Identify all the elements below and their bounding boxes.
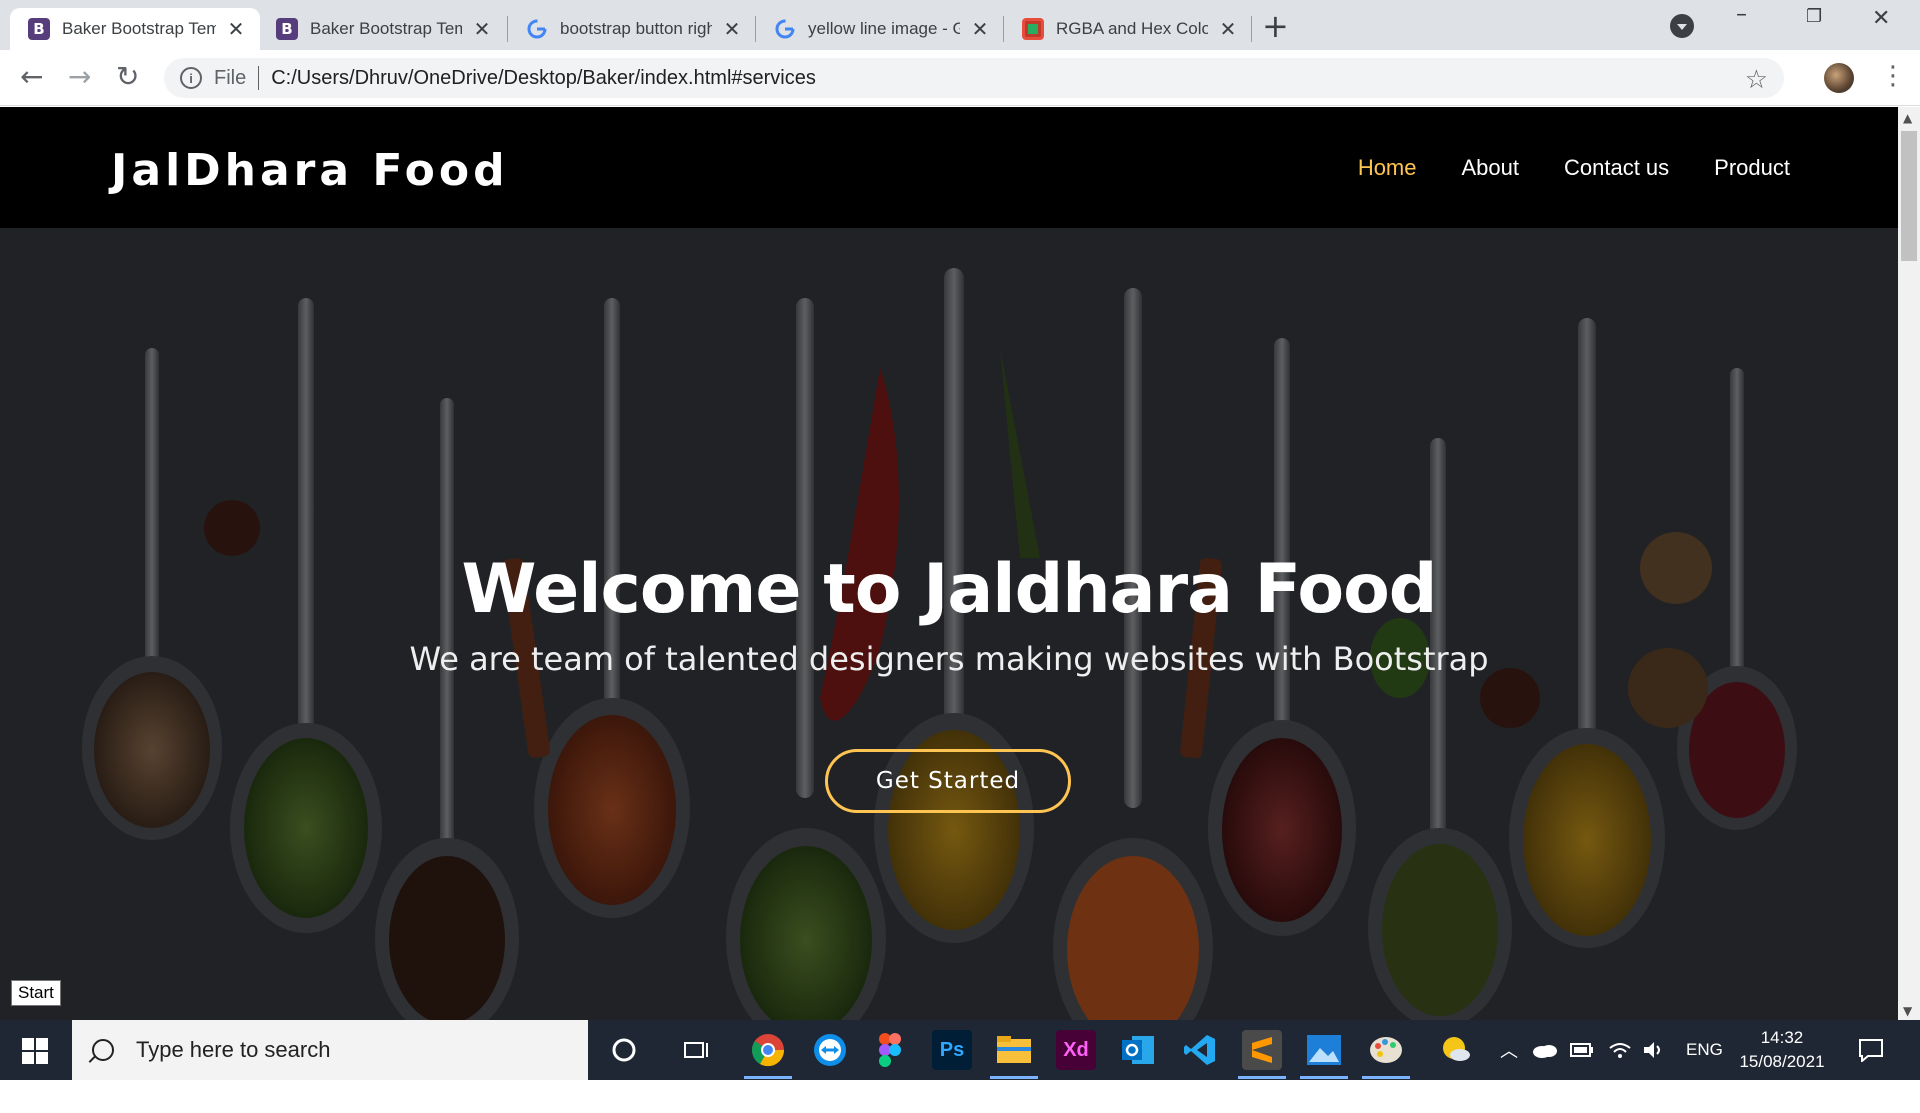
- active-app-indicator: [1300, 1076, 1348, 1079]
- hero-subtitle: We are team of talented designers making…: [409, 640, 1489, 678]
- hero-title: Welcome to Jaldhara Food: [461, 550, 1438, 629]
- active-app-indicator: [990, 1076, 1038, 1079]
- screen-bottom-area: [0, 1080, 1920, 1113]
- rgba-site-icon: [1022, 18, 1044, 40]
- close-icon[interactable]: ✕: [1218, 17, 1238, 41]
- system-clock[interactable]: 14:32 15/08/2021: [1724, 1026, 1840, 1074]
- chrome-icon[interactable]: [748, 1030, 788, 1070]
- scroll-down-icon[interactable]: ▼: [1903, 1004, 1912, 1018]
- active-app-indicator: [1238, 1076, 1286, 1079]
- clock-date: 15/08/2021: [1739, 1052, 1825, 1071]
- sublime-text-icon[interactable]: [1242, 1030, 1282, 1070]
- site-header: JalDhara Food Home About Contact us Prod…: [0, 107, 1898, 228]
- tab-title: Baker Bootstrap Template: [62, 19, 216, 38]
- bootstrap-icon: B: [276, 18, 298, 40]
- figma-icon[interactable]: [870, 1030, 910, 1070]
- bootstrap-icon: B: [28, 18, 50, 40]
- nav-product[interactable]: Product: [1714, 155, 1790, 181]
- google-icon: [774, 18, 796, 40]
- search-icon: [92, 1039, 114, 1061]
- window-close-icon[interactable]: ✕: [1872, 6, 1890, 31]
- active-app-indicator: [1362, 1076, 1410, 1079]
- address-bar[interactable]: i File C:/Users/Dhruv/OneDrive/Desktop/B…: [164, 58, 1784, 98]
- scheme-label: File: [214, 66, 247, 89]
- google-icon: [526, 18, 548, 40]
- weather-icon[interactable]: [1436, 1030, 1476, 1070]
- clock-time: 14:32: [1760, 1028, 1804, 1047]
- url-text[interactable]: C:/Users/Dhruv/OneDrive/Desktop/Baker/in…: [271, 67, 816, 90]
- close-icon[interactable]: ✕: [472, 17, 492, 41]
- scroll-up-icon[interactable]: ▲: [1903, 111, 1912, 125]
- nav-home[interactable]: Home: [1358, 155, 1417, 181]
- divider: [258, 66, 260, 90]
- browser-tab-3[interactable]: bootstrap button right alig ✕: [508, 8, 756, 50]
- tab-title: Baker Bootstrap Template: [310, 19, 462, 38]
- taskbar-search[interactable]: Type here to search: [72, 1020, 588, 1080]
- restore-icon[interactable]: ❐: [1806, 6, 1822, 27]
- profile-avatar[interactable]: [1824, 63, 1854, 93]
- site-logo[interactable]: JalDhara Food: [111, 145, 509, 196]
- nav-contact[interactable]: Contact us: [1564, 155, 1669, 181]
- battery-icon[interactable]: [1570, 1020, 1594, 1080]
- nav-about[interactable]: About: [1462, 155, 1520, 181]
- browser-tab-1[interactable]: B Baker Bootstrap Template ✕: [10, 8, 260, 50]
- photoshop-icon[interactable]: Ps: [932, 1030, 972, 1070]
- page-viewport: JalDhara Food Home About Contact us Prod…: [0, 107, 1898, 1020]
- language-indicator[interactable]: ENG: [1686, 1020, 1723, 1080]
- close-icon[interactable]: ✕: [722, 17, 742, 41]
- browser-tab-4[interactable]: yellow line image - Google ✕: [756, 8, 1004, 50]
- get-started-button[interactable]: Get Started: [825, 749, 1071, 813]
- cortana-icon[interactable]: [604, 1030, 644, 1070]
- outlook-icon[interactable]: [1118, 1030, 1158, 1070]
- close-icon[interactable]: ✕: [970, 17, 990, 41]
- new-tab-button[interactable]: +: [1262, 10, 1289, 42]
- start-tooltip: Start: [11, 980, 61, 1006]
- vscode-icon[interactable]: [1180, 1030, 1220, 1070]
- page-scrollbar[interactable]: ▲ ▼: [1898, 107, 1920, 1020]
- windows-start-icon[interactable]: [22, 1038, 48, 1064]
- hero-section: Welcome to Jaldhara Food We are team of …: [0, 228, 1898, 1020]
- minimize-icon[interactable]: –: [1736, 2, 1747, 27]
- file-explorer-icon[interactable]: [994, 1030, 1034, 1070]
- tab-title: RGBA and Hex Color Conv: [1056, 19, 1208, 38]
- photos-icon[interactable]: [1304, 1030, 1344, 1070]
- notifications-icon[interactable]: [1858, 1020, 1884, 1080]
- tab-title: yellow line image - Google: [808, 19, 960, 38]
- close-icon[interactable]: ✕: [226, 17, 246, 41]
- browser-toolbar: ← → ↻ i File C:/Users/Dhruv/OneDrive/Des…: [0, 50, 1920, 106]
- paint-icon[interactable]: [1366, 1030, 1406, 1070]
- reload-icon[interactable]: ↻: [116, 62, 139, 92]
- show-hidden-icons-icon[interactable]: ︿: [1500, 1020, 1518, 1080]
- active-app-indicator: [744, 1076, 792, 1079]
- browser-menu-icon[interactable]: ⋮: [1880, 62, 1906, 90]
- main-nav: Home About Contact us Product: [1358, 155, 1790, 181]
- windows-taskbar: Type here to search Ps Xd ︿ ENG 14:32 15…: [0, 1020, 1920, 1080]
- forward-icon[interactable]: →: [68, 62, 91, 92]
- back-icon[interactable]: ←: [20, 62, 43, 92]
- volume-icon[interactable]: [1642, 1020, 1666, 1080]
- search-placeholder: Type here to search: [136, 1037, 331, 1062]
- browser-tab-2[interactable]: B Baker Bootstrap Template ✕: [258, 8, 506, 50]
- tab-strip: B Baker Bootstrap Template ✕ B Baker Boo…: [0, 0, 1920, 50]
- teamviewer-icon[interactable]: [810, 1030, 850, 1070]
- scroll-thumb[interactable]: [1901, 131, 1917, 261]
- wifi-icon[interactable]: [1608, 1020, 1632, 1080]
- bookmark-star-icon[interactable]: ☆: [1745, 64, 1768, 95]
- onedrive-icon[interactable]: [1532, 1020, 1558, 1080]
- task-view-icon[interactable]: [676, 1030, 716, 1070]
- tab-separator: [1251, 16, 1252, 42]
- info-icon[interactable]: i: [180, 67, 202, 89]
- tab-title: bootstrap button right alig: [560, 19, 712, 38]
- adobe-xd-icon[interactable]: Xd: [1056, 1030, 1096, 1070]
- tab-search-icon[interactable]: [1670, 14, 1694, 38]
- browser-tab-5[interactable]: RGBA and Hex Color Conv ✕: [1004, 8, 1252, 50]
